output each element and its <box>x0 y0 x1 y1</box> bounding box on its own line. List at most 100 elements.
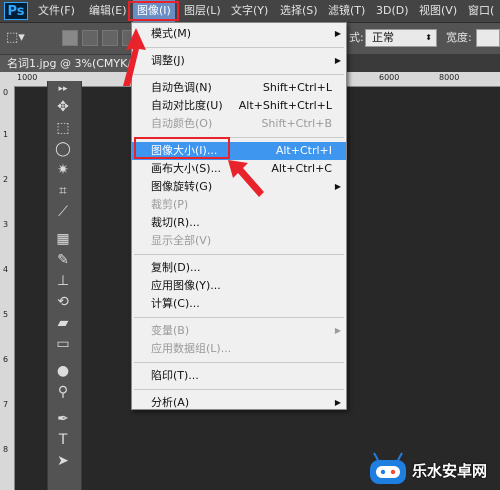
submenu-arrow-icon: ▶ <box>334 56 341 65</box>
blur-tool-icon[interactable]: ● <box>48 361 78 382</box>
menu-item-label: 显示全部(V) <box>151 234 212 247</box>
image-menu-item[interactable]: 分析(A) ▶ <box>132 394 346 412</box>
move-tool-icon[interactable]: ✥ <box>48 97 78 118</box>
image-menu-items: 模式(M) ▶ 调整(J) ▶ 自动色调(N) Shift+Ctrl+L 自动对比度(U) A… <box>132 23 346 412</box>
toolbox: ▸▸ ✥ ⬚ ◯ ✷ ⌗ ⟋ ▦ ✎ ⊥ ⟲ ▰ ▭ ● ⚲ ✒ T ➤ <box>47 81 82 490</box>
menu-view[interactable]: 视图(V) <box>419 0 457 22</box>
lasso-tool-icon[interactable]: ◯ <box>48 139 78 160</box>
menu-item-shortcut: Alt+Ctrl+C <box>271 162 332 175</box>
pen-tool-icon[interactable]: ✒ <box>48 409 78 430</box>
clone-stamp-tool-icon[interactable]: ⊥ <box>48 271 78 292</box>
menu-item-label: 图像旋转(G) <box>151 180 213 193</box>
ruler-tick: 6 <box>3 355 9 364</box>
style-label: 式: <box>349 31 364 44</box>
annotation-box-image-menu <box>128 1 179 21</box>
marquee-tool-icon[interactable]: ⬚ <box>48 118 78 139</box>
ruler-tick: 8 <box>3 445 9 454</box>
menu-item-label: 分析(A) <box>151 396 190 409</box>
menu-separator <box>134 362 344 363</box>
vertical-ruler <box>0 86 15 490</box>
menu-3d[interactable]: 3D(D) <box>376 0 409 22</box>
menu-item-label: 自动对比度(U) <box>151 99 223 112</box>
image-menu-item[interactable]: 复制(D)... <box>132 259 346 277</box>
submenu-arrow-icon: ▶ <box>334 326 341 335</box>
ruler-tick: 6000 <box>379 73 400 82</box>
eyedropper-tool-icon[interactable]: ⟋ <box>48 202 78 223</box>
menu-item-label: 裁切(R)... <box>151 216 200 229</box>
image-menu-item[interactable]: 计算(C)... <box>132 295 346 313</box>
width-input[interactable] <box>476 29 500 47</box>
style-select[interactable]: 正常 ⬍ <box>365 29 437 47</box>
menu-item-label: 复制(D)... <box>151 261 201 274</box>
menu-item-label: 应用图像(Y)... <box>151 279 221 292</box>
healing-brush-tool-icon[interactable]: ▦ <box>48 229 78 250</box>
magic-wand-tool-icon[interactable]: ✷ <box>48 160 78 181</box>
image-menu-item[interactable]: 应用图像(Y)... <box>132 277 346 295</box>
dodge-tool-icon[interactable]: ⚲ <box>48 382 78 403</box>
submenu-arrow-icon: ▶ <box>334 398 341 407</box>
menu-item-shortcut: Shift+Ctrl+L <box>262 81 332 94</box>
menu-separator <box>134 47 344 48</box>
annotation-box-image-size <box>134 137 230 159</box>
menu-item-shortcut: Alt+Ctrl+I <box>275 144 332 157</box>
image-menu-item[interactable]: 自动色调(N) Shift+Ctrl+L <box>132 79 346 97</box>
marquee-preset-icon[interactable]: ⬚▾ <box>6 29 32 47</box>
add-selection-icon[interactable] <box>82 30 98 46</box>
menu-type[interactable]: 文字(Y) <box>231 0 268 22</box>
menu-edit[interactable]: 编辑(E) <box>89 0 127 22</box>
image-menu-item[interactable]: 自动对比度(U) Alt+Shift+Ctrl+L <box>132 97 346 115</box>
menu-layer[interactable]: 图层(L) <box>184 0 221 22</box>
menu-select[interactable]: 选择(S) <box>280 0 318 22</box>
menu-item-label: 陷印(T)... <box>151 369 199 382</box>
menu-item-shortcut: Alt+Shift+Ctrl+L <box>238 99 332 112</box>
brush-tool-icon[interactable]: ✎ <box>48 250 78 271</box>
menu-filter[interactable]: 滤镜(T) <box>328 0 365 22</box>
eraser-tool-icon[interactable]: ▰ <box>48 313 78 334</box>
watermark-text: 乐水安卓网 <box>412 462 488 480</box>
path-selection-tool-icon[interactable]: ➤ <box>48 451 78 472</box>
menu-item-label: 应用数据组(L)... <box>151 342 232 355</box>
image-menu-item: 变量(B) ▶ <box>132 322 346 340</box>
ruler-tick: 8000 <box>439 73 460 82</box>
image-menu: 模式(M) ▶ 调整(J) ▶ 自动色调(N) Shift+Ctrl+L 自动对比度(U) A… <box>131 22 347 410</box>
ruler-tick: 3 <box>3 220 9 229</box>
menu-window[interactable]: 窗口( <box>468 0 494 22</box>
menu-item-label: 自动色调(N) <box>151 81 212 94</box>
menu-separator <box>134 74 344 75</box>
image-menu-item[interactable]: 模式(M) ▶ <box>132 25 346 43</box>
image-menu-item[interactable]: 调整(J) ▶ <box>132 52 346 70</box>
menu-item-label: 画布大小(S)... <box>151 162 222 175</box>
ruler-tick: 0 <box>3 88 9 97</box>
watermark-logo <box>370 452 406 484</box>
document-tab[interactable]: 名词1.jpg @ 3%(CMYK/8# <box>0 55 134 72</box>
new-selection-icon[interactable] <box>62 30 78 46</box>
image-menu-item: 应用数据组(L)... <box>132 340 346 358</box>
ruler-tick: 4 <box>3 265 9 274</box>
menu-file[interactable]: 文件(F) <box>38 0 75 22</box>
annotation-arrow-icon <box>123 28 146 86</box>
ruler-tick: 5 <box>3 310 9 319</box>
toolbox-collapse-icon[interactable]: ▸▸ <box>48 81 78 97</box>
subtract-selection-icon[interactable] <box>102 30 118 46</box>
image-menu-item[interactable]: 陷印(T)... <box>132 367 346 385</box>
ruler-tick: 1 <box>3 130 9 139</box>
menu-separator <box>134 317 344 318</box>
menu-item-label: 调整(J) <box>151 54 185 67</box>
ruler-tick: 2 <box>3 175 9 184</box>
image-menu-item: 自动颜色(O) Shift+Ctrl+B <box>132 115 346 133</box>
type-tool-icon[interactable]: T <box>48 430 78 451</box>
gradient-tool-icon[interactable]: ▭ <box>48 334 78 355</box>
photoshop-logo: Ps <box>4 2 28 20</box>
submenu-arrow-icon: ▶ <box>334 29 341 38</box>
crop-tool-icon[interactable]: ⌗ <box>48 181 78 202</box>
ruler-tick: 1000 <box>17 73 38 82</box>
menu-item-shortcut: Shift+Ctrl+B <box>261 117 332 130</box>
width-label: 宽度: <box>446 31 472 44</box>
menu-separator <box>134 389 344 390</box>
history-brush-tool-icon[interactable]: ⟲ <box>48 292 78 313</box>
menu-item-label: 计算(C)... <box>151 297 200 310</box>
menu-item-label: 裁剪(P) <box>151 198 189 211</box>
select-arrows-icon: ⬍ <box>425 33 432 42</box>
image-menu-item[interactable]: 裁切(R)... <box>132 214 346 232</box>
ruler-tick: 7 <box>3 400 9 409</box>
